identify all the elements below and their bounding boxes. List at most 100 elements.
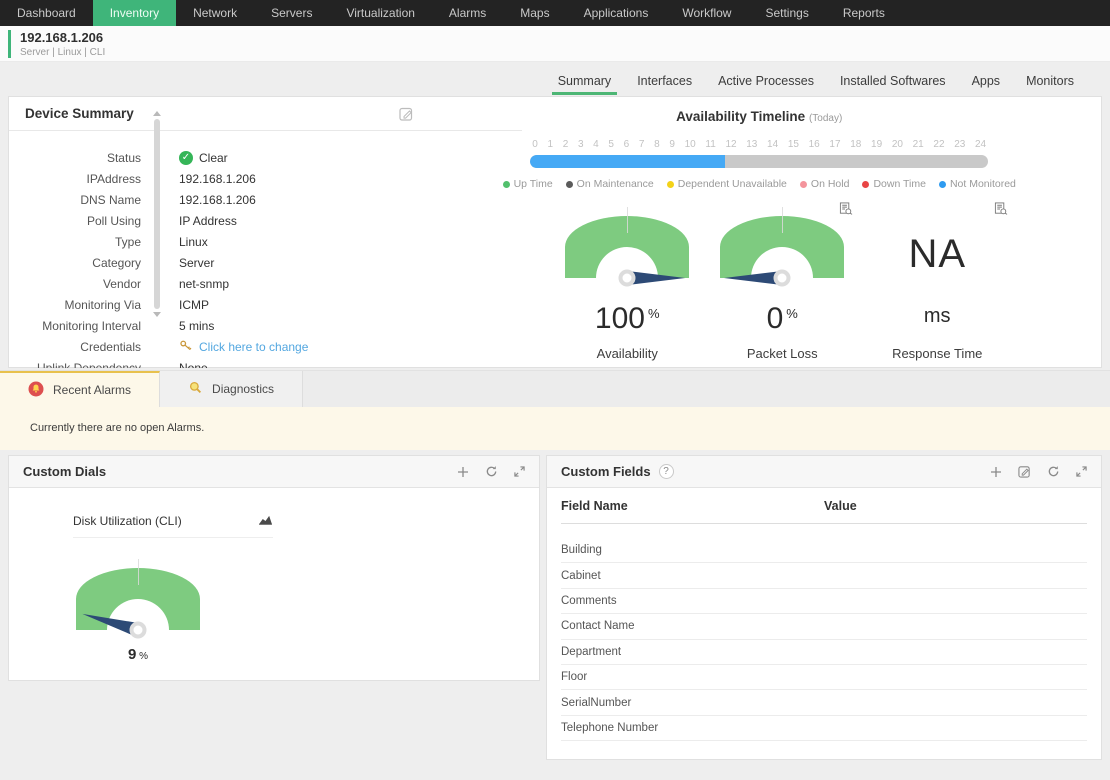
field-label: Category: [9, 256, 141, 270]
nav-item-reports[interactable]: Reports: [826, 0, 902, 26]
legend-up-time: Up Time: [503, 178, 553, 190]
gauge-response-time: NAmsResponse Time: [862, 216, 1012, 361]
field-name-cell: Cabinet: [561, 570, 824, 582]
custom-fields-table: Field Name Value BuildingCabinetComments…: [547, 488, 1101, 741]
legend-label: Down Time: [873, 178, 926, 190]
gauge-area: [707, 216, 857, 292]
tab-installed-softwares[interactable]: Installed Softwares: [840, 74, 946, 95]
legend-dot-icon: [667, 181, 674, 188]
tab-active-processes[interactable]: Active Processes: [718, 74, 814, 95]
refresh-icon[interactable]: [1047, 465, 1060, 478]
tab-monitors[interactable]: Monitors: [1026, 74, 1074, 95]
availability-timeline: 0123456789101112131415161718192021222324…: [530, 139, 988, 190]
legend-on-maintenance: On Maintenance: [566, 178, 654, 190]
field-name-cell: Building: [561, 544, 824, 556]
tab-apps[interactable]: Apps: [972, 74, 1001, 95]
device-summary-list: StatusClearIPAddress192.168.1.206DNS Nam…: [9, 131, 522, 368]
alarm-tab-diagnostics[interactable]: Diagnostics: [160, 371, 303, 407]
custom-dial-gauge: 9 %: [73, 568, 203, 663]
nav-item-maps[interactable]: Maps: [503, 0, 566, 26]
field-label: Credentials: [9, 340, 141, 354]
device-header: 192.168.1.206 Server | Linux | CLI: [0, 26, 1110, 62]
device-summary-scrollbar[interactable]: [152, 111, 162, 323]
field-value-text: None: [179, 361, 208, 369]
field-name-cell: Comments: [561, 595, 824, 607]
availability-title-text: Availability Timeline: [676, 109, 805, 124]
legend-down-time: Down Time: [862, 178, 926, 190]
timeline-bar-fill: [530, 155, 725, 168]
refresh-icon[interactable]: [485, 465, 498, 478]
nav-item-virtualization[interactable]: Virtualization: [329, 0, 431, 26]
expand-icon[interactable]: [514, 466, 525, 477]
hour-label: 1: [547, 139, 553, 150]
summary-row-credentials: Credentials Click here to change: [9, 336, 522, 357]
custom-fields-title-text: Custom Fields: [561, 464, 651, 479]
field-value-text: ICMP: [179, 298, 209, 312]
add-icon[interactable]: [990, 466, 1002, 478]
key-icon: [179, 339, 193, 355]
credentials-change-link[interactable]: Click here to change: [199, 340, 308, 354]
hour-label: 17: [829, 139, 840, 150]
device-subtitle: Server | Linux | CLI: [20, 47, 105, 58]
field-label: Status: [9, 151, 141, 165]
field-value: Server: [179, 256, 214, 270]
nav-item-workflow[interactable]: Workflow: [665, 0, 748, 26]
alarm-tab-recent-alarms[interactable]: Recent Alarms: [0, 371, 160, 407]
custom-dials-header: Custom Dials: [9, 456, 539, 488]
gauge-value-unit: ms: [924, 305, 951, 328]
nav-item-inventory[interactable]: Inventory: [93, 0, 176, 26]
scroll-down-icon[interactable]: [153, 312, 161, 317]
alarm-tab-label: Diagnostics: [212, 382, 274, 396]
availability-title-sub: (Today): [809, 113, 842, 124]
scroll-up-icon[interactable]: [153, 111, 161, 116]
expand-icon[interactable]: [1076, 466, 1087, 477]
custom-fields-card: Custom Fields ? Field Name Value Buildin…: [546, 455, 1102, 760]
custom-fields-title: Custom Fields ?: [561, 464, 674, 479]
no-alarms-message: Currently there are no open Alarms.: [0, 407, 1110, 434]
custom-dial-value-unit: %: [136, 651, 148, 662]
custom-dial-disk-utilization-cli: Disk Utilization (CLI)9 %: [73, 514, 273, 663]
table-row-building: Building: [561, 538, 1087, 563]
nav-item-servers[interactable]: Servers: [254, 0, 329, 26]
gauge-area: [552, 216, 702, 292]
nav-item-settings[interactable]: Settings: [748, 0, 825, 26]
gauge-value-unit: %: [648, 306, 660, 321]
summary-row-category: Category Server: [9, 252, 522, 273]
field-name-cell: Department: [561, 646, 824, 658]
hour-label: 14: [767, 139, 778, 150]
gauge-value: 100%: [552, 292, 702, 334]
field-label: Vendor: [9, 277, 141, 291]
help-icon[interactable]: ?: [659, 464, 674, 479]
field-value: IP Address: [179, 214, 237, 228]
scroll-thumb[interactable]: [154, 119, 160, 309]
field-value: Clear: [179, 151, 228, 165]
status-clear-icon: [179, 151, 193, 165]
field-name-cell: Telephone Number: [561, 722, 824, 734]
field-value: Linux: [179, 235, 208, 249]
gauge-hub: [619, 270, 636, 287]
table-row-telephone-number: Telephone Number: [561, 716, 1087, 741]
add-icon[interactable]: [457, 466, 469, 478]
gauge-hub: [130, 622, 147, 639]
summary-row-type: TypeLinux: [9, 231, 522, 252]
tab-interfaces[interactable]: Interfaces: [637, 74, 692, 95]
report-icon[interactable]: [994, 202, 1008, 221]
field-value: 5 mins: [179, 319, 214, 333]
device-summary-title: Device Summary: [25, 106, 134, 121]
edit-icon[interactable]: [399, 106, 414, 121]
area-chart-icon[interactable]: [258, 514, 273, 528]
gauge-availability: 100%Availability: [552, 216, 702, 361]
nav-item-applications[interactable]: Applications: [567, 0, 666, 26]
device-summary-header: Device Summary: [9, 97, 522, 131]
legend-not-monitored: Not Monitored: [939, 178, 1016, 190]
hour-label: 24: [975, 139, 986, 150]
nav-item-alarms[interactable]: Alarms: [432, 0, 503, 26]
nav-item-network[interactable]: Network: [176, 0, 254, 26]
field-value: ICMP: [179, 298, 209, 312]
legend-dot-icon: [566, 181, 573, 188]
nav-item-dashboard[interactable]: Dashboard: [0, 0, 93, 26]
tab-summary[interactable]: Summary: [558, 74, 611, 95]
availability-title: Availability Timeline (Today): [530, 109, 988, 124]
legend-label: Up Time: [514, 178, 553, 190]
edit-icon[interactable]: [1018, 465, 1031, 478]
